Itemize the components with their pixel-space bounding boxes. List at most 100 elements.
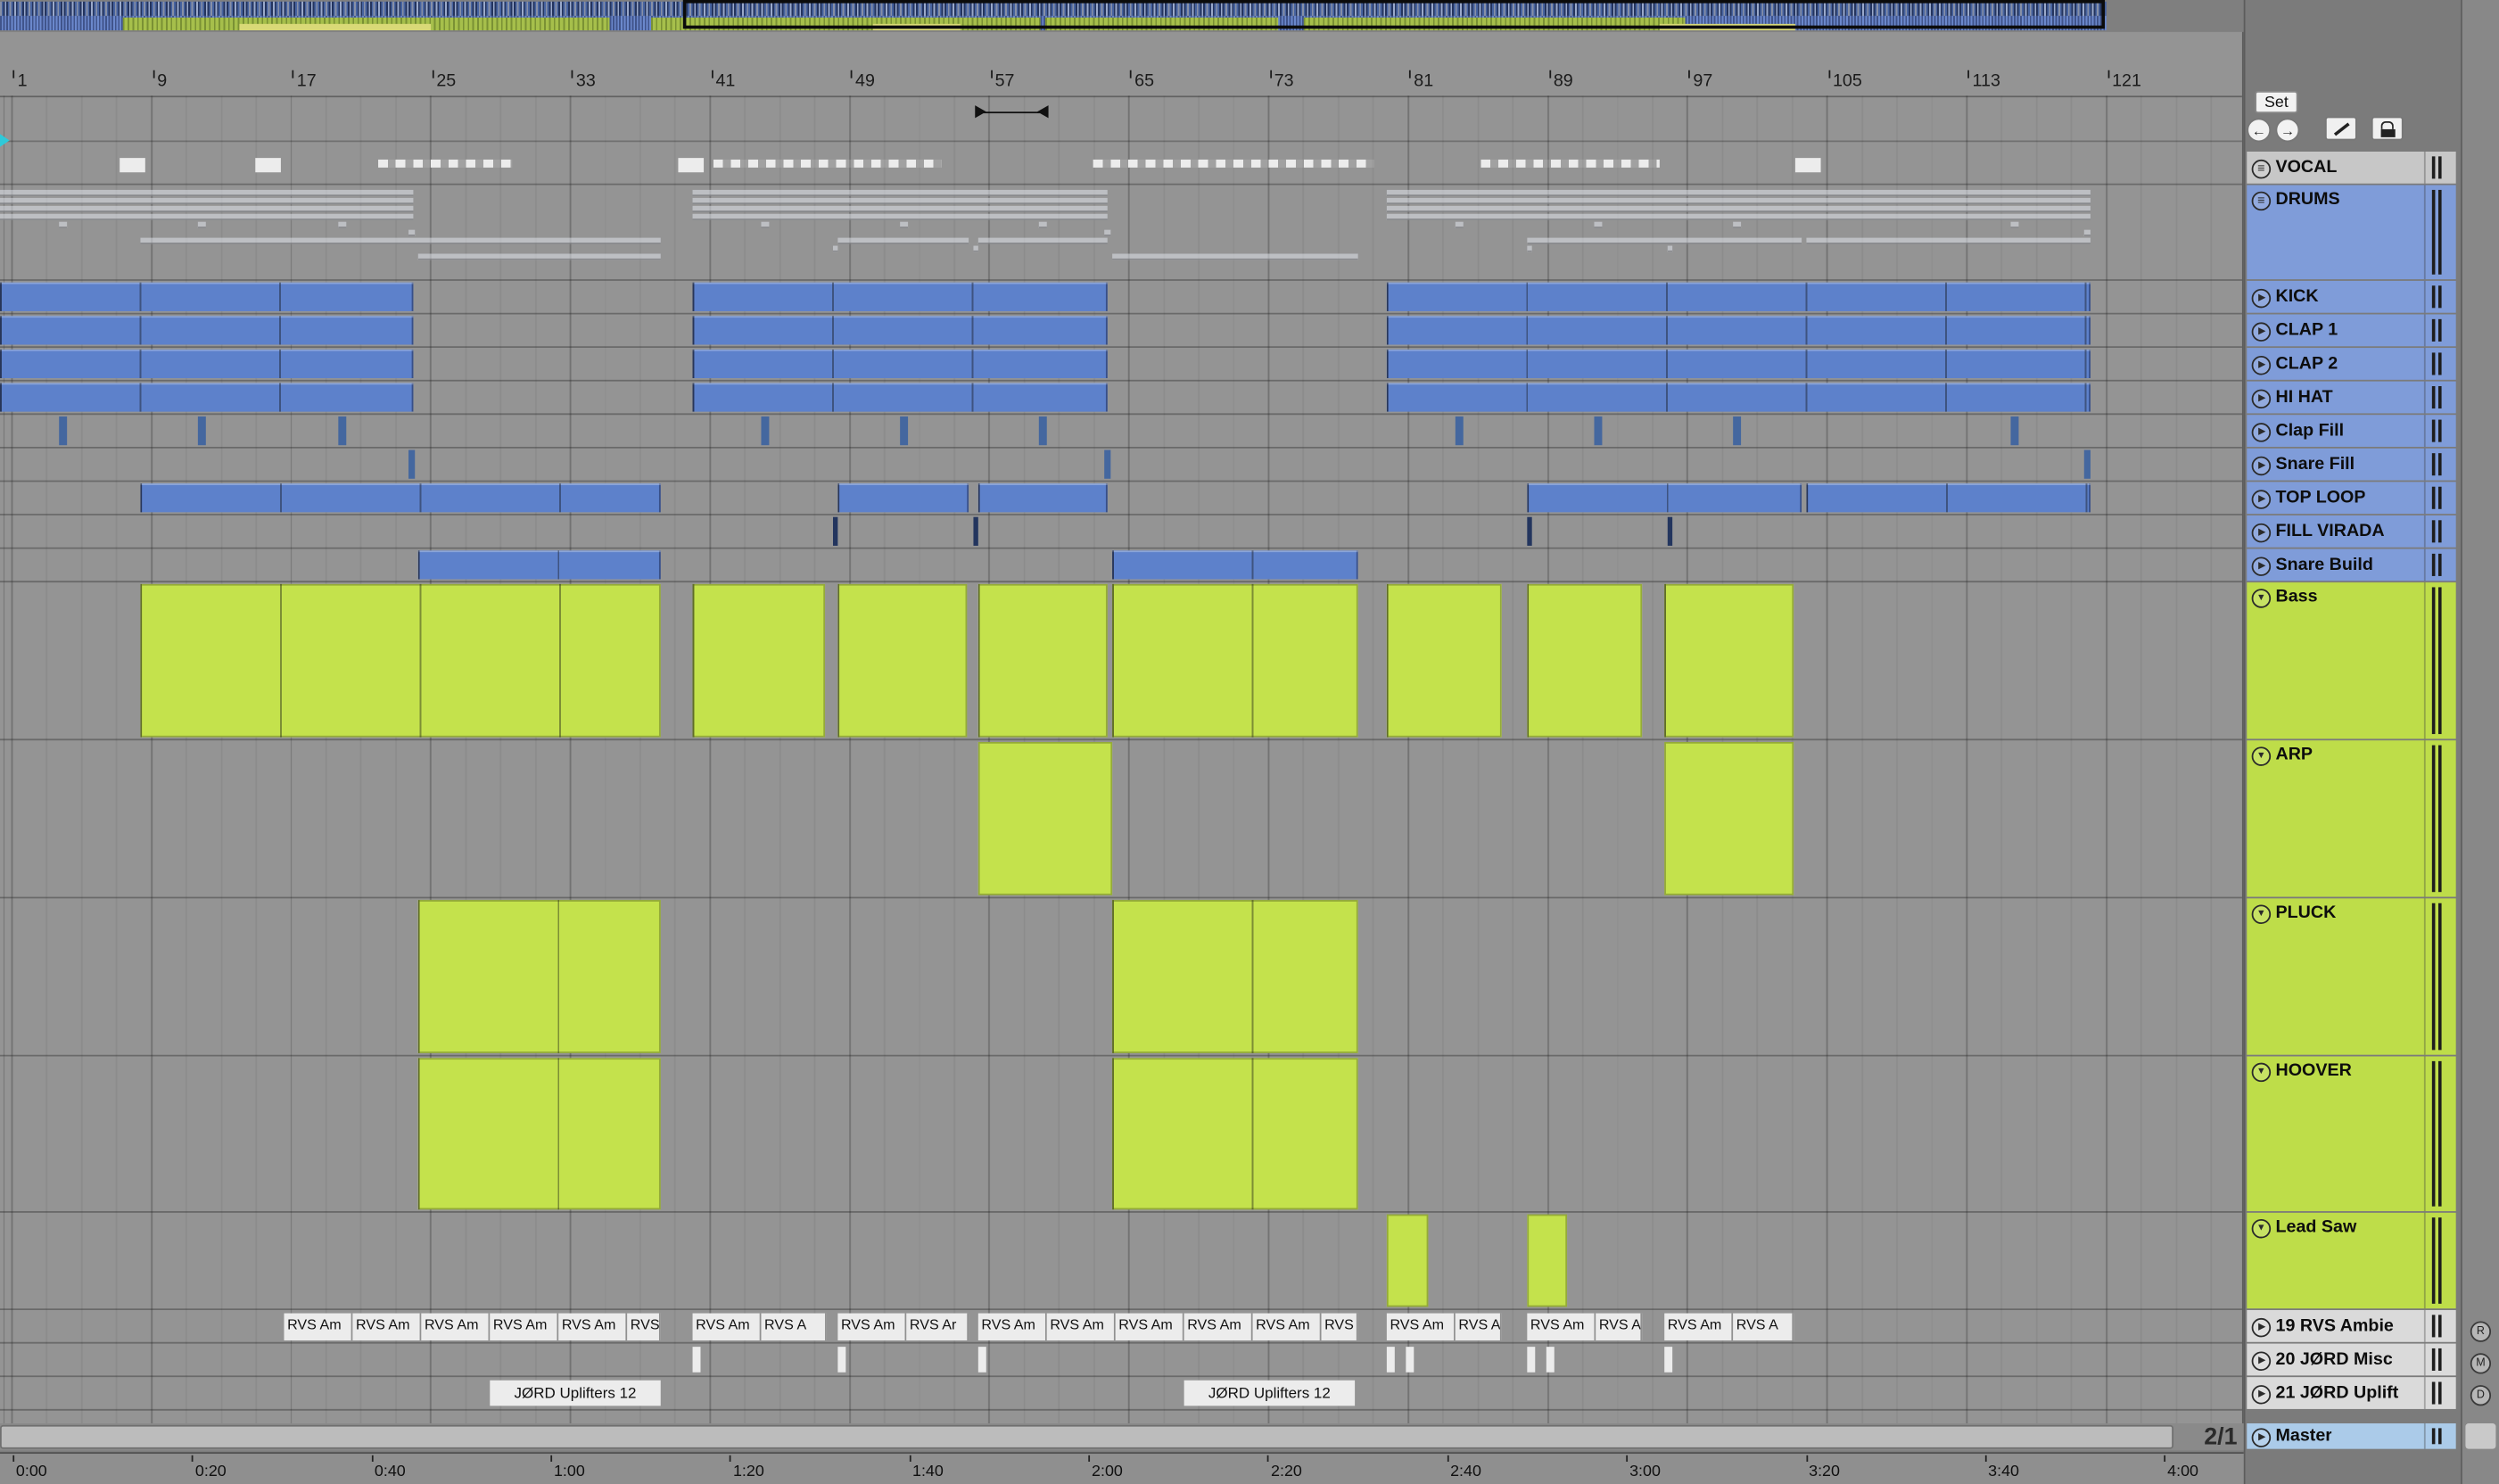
- track-header-fillvirada[interactable]: ▶ FILL VIRADA: [2247, 515, 2456, 548]
- clip-arp[interactable]: [977, 742, 1113, 895]
- clip-clap2[interactable]: [692, 349, 1108, 379]
- clip-kick[interactable]: [0, 282, 414, 311]
- track-lane-rvs[interactable]: RVS Am RVS Am RVS Am RVS Am RVS Am RVS RVS Am R…: [0, 1310, 2242, 1344]
- clip-bass[interactable]: [1386, 583, 1502, 738]
- clip-rvs[interactable]: RVS Am: [352, 1313, 422, 1340]
- fold-icon[interactable]: ▼: [2251, 1219, 2272, 1239]
- clip-rvs[interactable]: RVS Ar: [1596, 1313, 1643, 1340]
- clip-rvs[interactable]: RVS Am: [421, 1313, 491, 1340]
- clip-snarefill[interactable]: [1104, 449, 1111, 479]
- clip-rvs[interactable]: RVS Ar: [906, 1313, 969, 1340]
- clip-bass[interactable]: [140, 583, 661, 738]
- track-header-kick[interactable]: ▶ KICK: [2247, 280, 2456, 313]
- clip-bass[interactable]: [977, 583, 1108, 738]
- clip-clap1[interactable]: [0, 316, 414, 345]
- clip-vocal[interactable]: [713, 159, 942, 168]
- clip-clapfill[interactable]: [761, 416, 770, 446]
- clip-snarebuild[interactable]: [417, 550, 661, 580]
- clip-pluck[interactable]: [417, 900, 661, 1053]
- clip-fillvirada[interactable]: [1667, 516, 1673, 546]
- clip-bass[interactable]: [1664, 583, 1794, 738]
- clip-rvs[interactable]: RVS: [627, 1313, 661, 1340]
- clip-fillvirada[interactable]: [832, 516, 838, 546]
- clip-clapfill[interactable]: [1038, 416, 1047, 446]
- clip-jordmisc[interactable]: [1406, 1347, 1414, 1373]
- fold-icon[interactable]: ▼: [2251, 1062, 2272, 1083]
- track-header-clap2[interactable]: ▶ CLAP 2: [2247, 348, 2456, 380]
- clip-toploop[interactable]: [837, 483, 969, 513]
- clip-pluck[interactable]: [1112, 900, 1358, 1053]
- track-lane-pluck[interactable]: [0, 898, 2242, 1057]
- clip-hoover[interactable]: [1112, 1058, 1358, 1210]
- clip-toploop[interactable]: [1527, 483, 1802, 513]
- overview-view-rectangle[interactable]: [682, 0, 2106, 29]
- track-lane-snarebuild[interactable]: [0, 549, 2242, 583]
- clip-clapfill[interactable]: [197, 416, 206, 446]
- rail-badge-r[interactable]: R: [2470, 1321, 2492, 1342]
- clip-rvs[interactable]: RVS: [1321, 1313, 1358, 1340]
- track-header-pluck[interactable]: ▼ PLUCK: [2247, 898, 2456, 1055]
- clip-bass[interactable]: [1112, 583, 1358, 738]
- play-icon[interactable]: ▶: [2251, 455, 2272, 475]
- clip-leadsaw[interactable]: [1527, 1214, 1568, 1307]
- clip-hoover[interactable]: [417, 1058, 661, 1210]
- clip-rvs[interactable]: RVS A: [761, 1313, 827, 1340]
- play-icon[interactable]: ▶: [2251, 388, 2272, 408]
- clip-clap2[interactable]: [0, 349, 414, 379]
- clip-bass[interactable]: [692, 583, 826, 738]
- clip-toploop[interactable]: [1806, 483, 2091, 513]
- track-lane-hoover[interactable]: [0, 1056, 2242, 1213]
- play-icon[interactable]: ▶: [2251, 1384, 2272, 1404]
- track-header-bass[interactable]: ▼ Bass: [2247, 582, 2456, 739]
- clip-clap1[interactable]: [692, 316, 1108, 345]
- clip-kick[interactable]: [692, 282, 1108, 311]
- track-header-clapfill[interactable]: ▶ Clap Fill: [2247, 415, 2456, 447]
- horizontal-scroll-handle[interactable]: [0, 1424, 2173, 1449]
- clip-clapfill[interactable]: [900, 416, 909, 446]
- clip-bass[interactable]: [1527, 583, 1643, 738]
- track-lane-toploop[interactable]: [0, 482, 2242, 515]
- track-header-clap1[interactable]: ▶ CLAP 1: [2247, 314, 2456, 347]
- track-lane-kick[interactable]: [0, 281, 2242, 315]
- clip-snarefill[interactable]: [408, 449, 416, 479]
- track-header-master[interactable]: ▶ Master: [2247, 1423, 2456, 1449]
- clip-arp[interactable]: [1664, 742, 1794, 895]
- play-icon[interactable]: ▶: [2251, 1317, 2272, 1337]
- horizontal-scrollbar[interactable]: 2/1: [0, 1423, 2244, 1451]
- clip-rvs[interactable]: RVS Am: [1386, 1313, 1456, 1340]
- track-lane-drums[interactable]: [0, 186, 2242, 281]
- clip-fillvirada[interactable]: [1527, 516, 1532, 546]
- clip-snarebuild[interactable]: [1112, 550, 1358, 580]
- track-lane-leadsaw[interactable]: [0, 1213, 2242, 1310]
- clip-rvs[interactable]: RVS Am: [1115, 1313, 1184, 1340]
- play-icon[interactable]: ▶: [2251, 1427, 2272, 1447]
- play-icon[interactable]: ▶: [2251, 321, 2272, 342]
- clip-vocal[interactable]: [1794, 158, 1821, 173]
- arrangement-area[interactable]: 1 9 17 25 33 41 49 57 65 73 81 89 97 105 113 121 RVS Am…: [0, 31, 2244, 1424]
- clip-rvs[interactable]: RVS Am: [837, 1313, 907, 1340]
- clip-vocal[interactable]: [378, 159, 513, 168]
- clip-rvs[interactable]: RVS Am: [977, 1313, 1047, 1340]
- clip-rvs[interactable]: RVS Am: [692, 1313, 762, 1340]
- clip-rvs[interactable]: RVS Am: [1664, 1313, 1734, 1340]
- clip-clapfill[interactable]: [1455, 416, 1464, 446]
- track-lane-fillvirada[interactable]: [0, 515, 2242, 549]
- fold-icon[interactable]: ▼: [2251, 589, 2272, 608]
- track-header-vocal[interactable]: ≡ VOCAL: [2247, 151, 2456, 184]
- track-header-snarefill[interactable]: ▶ Snare Fill: [2247, 448, 2456, 481]
- clip-toploop[interactable]: [140, 483, 661, 513]
- track-lane-arp[interactable]: [0, 740, 2242, 899]
- rail-badge-d[interactable]: D: [2470, 1385, 2492, 1406]
- clip-jordmisc[interactable]: [977, 1347, 986, 1373]
- fold-icon[interactable]: ▼: [2251, 904, 2272, 924]
- clip-vocal[interactable]: [678, 158, 705, 173]
- clip-jordmisc[interactable]: [1546, 1347, 1555, 1373]
- clip-jorduplift[interactable]: JØRD Uplifters 12: [1184, 1380, 1356, 1406]
- track-lane-vocal[interactable]: [0, 152, 2242, 186]
- play-icon[interactable]: ▶: [2251, 1350, 2272, 1371]
- arrangement-overview[interactable]: [0, 0, 2244, 32]
- clip-rvs[interactable]: RVS Am: [1046, 1313, 1116, 1340]
- clip-jorduplift[interactable]: JØRD Uplifters 12: [490, 1380, 661, 1406]
- clip-rvs[interactable]: RVS Am: [558, 1313, 628, 1340]
- play-icon[interactable]: ▶: [2251, 489, 2272, 508]
